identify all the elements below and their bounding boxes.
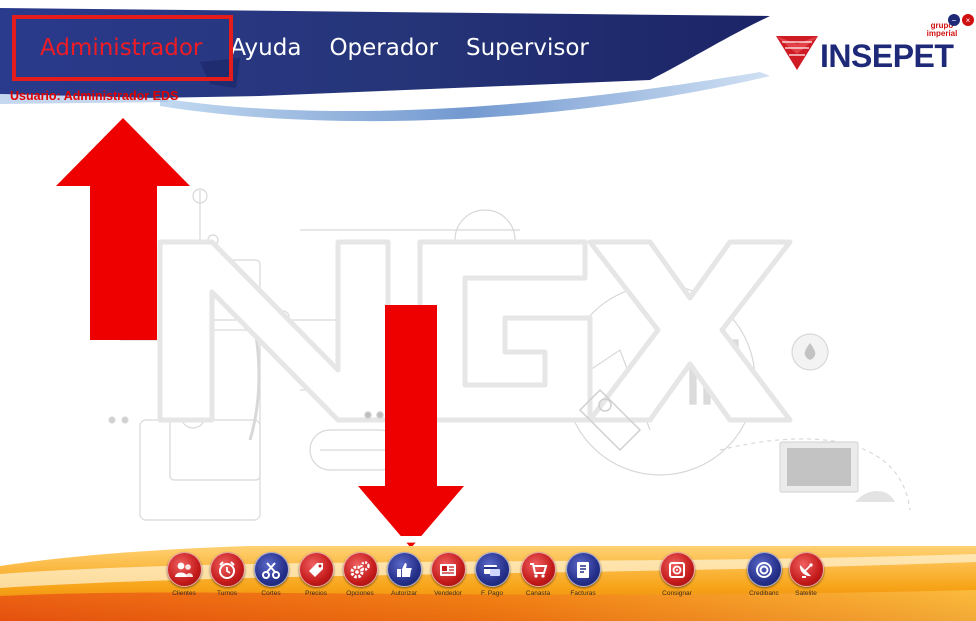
- invoice-icon: [565, 552, 601, 587]
- minimize-icon[interactable]: −: [948, 14, 960, 26]
- tool-opciones[interactable]: Opciones: [338, 552, 382, 597]
- tool-precios[interactable]: Precios: [294, 552, 338, 597]
- logo-emblem-icon: [776, 36, 818, 70]
- tool-label: Clientes: [172, 590, 196, 597]
- arrow-down-icon: [358, 305, 464, 548]
- tool-label: Turnos: [217, 590, 237, 597]
- header-bar: Administrador Ayuda Operador Supervisor …: [0, 0, 976, 130]
- menu-item-administrador[interactable]: Administrador: [26, 26, 216, 70]
- clock-icon: [209, 552, 245, 587]
- tool-label: Opciones: [346, 590, 374, 597]
- shopping-cart-icon: [520, 552, 556, 587]
- insepet-logo: INSEPET grupo imperial: [768, 22, 976, 88]
- arrow-up-icon: [56, 118, 190, 340]
- tool-f-pago[interactable]: F. Pago: [470, 552, 514, 597]
- tool-turnos[interactable]: Turnos: [205, 552, 249, 597]
- tool-label: Precios: [305, 590, 327, 597]
- menu-item-supervisor[interactable]: Supervisor: [452, 26, 603, 70]
- id-card-icon: [430, 552, 466, 587]
- thumbs-up-icon: [386, 552, 422, 587]
- tool-label: Vendedor: [434, 590, 462, 597]
- tool-label: Satelite: [795, 590, 817, 597]
- gears-icon: [342, 552, 378, 587]
- user-label: Usuario: Administrador EDS: [10, 89, 179, 103]
- tool-canasta[interactable]: Canasta: [516, 552, 560, 597]
- credit-card-icon: [474, 552, 510, 587]
- tool-autorizar[interactable]: Autorizar: [382, 552, 426, 597]
- price-tag-icon: [298, 552, 334, 587]
- menu-item-operador[interactable]: Operador: [315, 26, 452, 70]
- tool-label: Autorizar: [390, 590, 417, 597]
- satellite-dish-icon: [788, 552, 824, 587]
- tool-label: Facturas: [570, 590, 596, 597]
- menu-item-ayuda[interactable]: Ayuda: [216, 26, 315, 70]
- tool-consignar[interactable]: Consignar: [655, 552, 699, 597]
- tool-label: Credibanc: [749, 590, 779, 597]
- close-icon[interactable]: ×: [962, 14, 974, 26]
- target-icon: [746, 552, 782, 587]
- tool-vendedor[interactable]: Vendedor: [426, 552, 470, 597]
- tool-credibanc[interactable]: Credibanc: [742, 552, 786, 597]
- scissors-icon: [253, 552, 289, 587]
- tool-facturas[interactable]: Facturas: [561, 552, 605, 597]
- tool-cortes[interactable]: Cortes: [249, 552, 293, 597]
- tool-satelite[interactable]: Satelite: [784, 552, 828, 597]
- tool-label: F. Pago: [480, 590, 504, 597]
- bottom-toolbar: Clientes Turnos Cortes Precios Opciones …: [0, 552, 976, 621]
- tool-label: Consignar: [662, 590, 692, 597]
- tool-label: Canasta: [525, 590, 551, 597]
- logo-name: INSEPET: [820, 38, 954, 74]
- main-menu: Administrador Ayuda Operador Supervisor: [0, 22, 603, 74]
- tool-label: Cortes: [261, 590, 281, 597]
- tool-clientes[interactable]: Clientes: [162, 552, 206, 597]
- safe-icon: [659, 552, 695, 587]
- window-controls: − ×: [948, 14, 974, 26]
- users-icon: [166, 552, 202, 587]
